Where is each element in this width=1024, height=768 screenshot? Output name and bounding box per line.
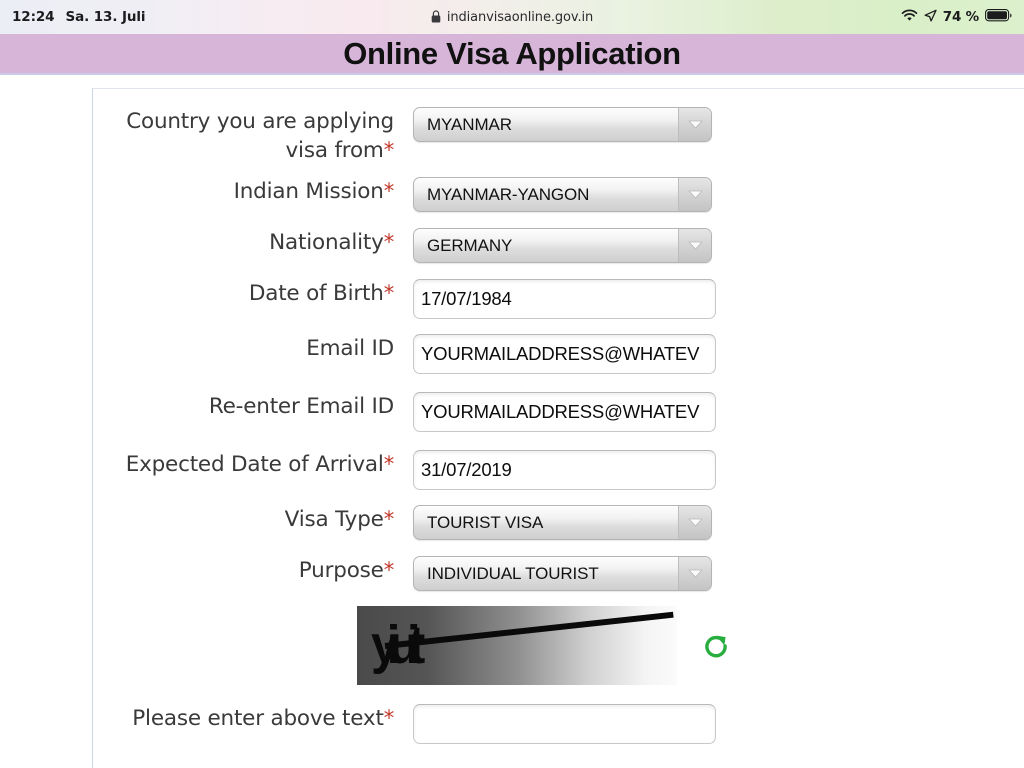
captcha-strike-line [384,611,674,649]
chevron-down-icon[interactable] [678,557,711,590]
select-value: MYANMAR-YANGON [427,184,590,204]
select-value: MYANMAR [427,114,512,134]
location-arrow-icon [924,9,937,26]
captcha-row: yiuit [93,606,733,685]
captcha-image: yiuit [357,606,677,685]
select-value: INDIVIDUAL TOURIST [427,563,599,583]
address-bar[interactable]: indianvisaonline.gov.in [0,0,1024,34]
label-email-id: Email ID [93,334,413,363]
status-bar-left: 12:24 Sa. 13. Juli [12,9,146,25]
chevron-down-icon[interactable] [678,229,711,262]
input-email-id[interactable]: YOURMAILADDRESS@WHATEV [413,334,716,374]
label-text: Date of Birth [248,281,384,306]
status-bar-right: 74 % [901,8,1012,26]
required-asterisk: * [383,558,395,582]
form-row-indian-mission: Indian Mission* MYANMAR-YANGON [93,177,733,212]
label-visa-type: Visa Type* [93,505,413,534]
label-re-enter-email-id: Re-enter Email ID [93,392,413,421]
select-country-you-are-applying-visa-from[interactable]: MYANMAR [413,107,712,142]
date-label: Sa. 13. Juli [65,9,146,25]
required-asterisk: * [383,281,395,305]
label-purpose: Purpose* [93,556,413,585]
field-wrapper: INDIVIDUAL TOURIST [413,556,712,591]
input-re-enter-email-id[interactable]: YOURMAILADDRESS@WHATEV [413,392,716,432]
form-row-date-of-birth: Date of Birth* 17/07/1984 [93,279,733,319]
field-wrapper: TOURIST VISA [413,505,712,540]
page-title-band: Online Visa Application [0,34,1024,75]
field-wrapper: 17/07/1984 [413,279,716,319]
address-bar-url: indianvisaonline.gov.in [446,9,594,25]
label-text: Country you are applying visa from [126,109,394,163]
form-row-visa-type: Visa Type* TOURIST VISA [93,505,733,540]
label-text: Visa Type [284,507,384,532]
select-indian-mission[interactable]: MYANMAR-YANGON [413,177,712,212]
field-wrapper: 31/07/2019 [413,450,716,490]
field-wrapper: YOURMAILADDRESS@WHATEV [413,392,716,432]
select-visa-type[interactable]: TOURIST VISA [413,505,712,540]
input-value: YOURMAILADDRESS@WHATEV [421,343,700,364]
label-text: Purpose [298,558,384,583]
label-text: Expected Date of Arrival [125,452,384,477]
label-expected-date-of-arrival: Expected Date of Arrival* [93,450,413,479]
label-text: Indian Mission [233,179,384,204]
form-row-re-enter-email-id: Re-enter Email ID YOURMAILADDRESS@WHATEV [93,392,733,432]
select-value: GERMANY [427,235,513,255]
input-value: 31/07/2019 [421,459,512,480]
required-asterisk: * [383,706,395,730]
clock: 12:24 [12,9,55,25]
input-captcha-answer[interactable] [413,704,716,744]
label-text: Nationality [269,230,384,255]
page-title: Online Visa Application [343,35,681,71]
input-value: YOURMAILADDRESS@WHATEV [421,401,700,422]
input-date-of-birth[interactable]: 17/07/1984 [413,279,716,319]
select-value: TOURIST VISA [427,512,544,532]
form-row-expected-date-of-arrival: Expected Date of Arrival* 31/07/2019 [93,450,733,490]
select-purpose[interactable]: INDIVIDUAL TOURIST [413,556,712,591]
label-nationality: Nationality* [93,228,413,257]
form-row-email-id: Email ID YOURMAILADDRESS@WHATEV [93,334,733,374]
required-asterisk: * [383,452,395,476]
required-asterisk: * [383,230,395,254]
form-row-captcha-answer: Please enter above text* [93,704,733,744]
refresh-icon[interactable] [699,629,733,663]
label-indian-mission: Indian Mission* [93,177,413,206]
battery-icon [985,8,1012,26]
label-country-you-are-applying-visa-from: Country you are applying visa from* [93,107,413,165]
required-asterisk: * [383,138,395,162]
content-panel: Country you are applying visa from* MYANM… [92,88,1024,768]
required-asterisk: * [383,179,395,203]
form-row-country-you-are-applying-visa-from: Country you are applying visa from* MYANM… [93,107,733,165]
label-text: Re-enter Email ID [208,394,394,419]
label-date-of-birth: Date of Birth* [93,279,413,308]
field-wrapper: GERMANY [413,228,712,263]
form-row-purpose: Purpose* INDIVIDUAL TOURIST [93,556,733,591]
input-value: 17/07/1984 [421,288,512,309]
chevron-down-icon[interactable] [678,506,711,539]
lock-icon [431,8,441,27]
captcha-field: yiuit [357,606,733,685]
select-nationality[interactable]: GERMANY [413,228,712,263]
chevron-down-icon[interactable] [678,108,711,141]
form-row-nationality: Nationality* GERMANY [93,228,733,263]
field-wrapper: MYANMAR [413,107,712,142]
input-expected-date-of-arrival[interactable]: 31/07/2019 [413,450,716,490]
battery-percent: 74 % [942,9,979,25]
field-wrapper [413,704,716,744]
status-bar: 12:24 Sa. 13. Juli indianvisaonline.gov.… [0,0,1024,34]
label-text: Please enter above text [132,706,384,731]
wifi-icon [901,8,918,26]
label-please-enter-above-text: Please enter above text* [93,704,413,733]
field-wrapper: YOURMAILADDRESS@WHATEV [413,334,716,374]
label-text: Email ID [306,336,394,361]
required-asterisk: * [383,507,395,531]
chevron-down-icon[interactable] [678,178,711,211]
field-wrapper: MYANMAR-YANGON [413,177,712,212]
